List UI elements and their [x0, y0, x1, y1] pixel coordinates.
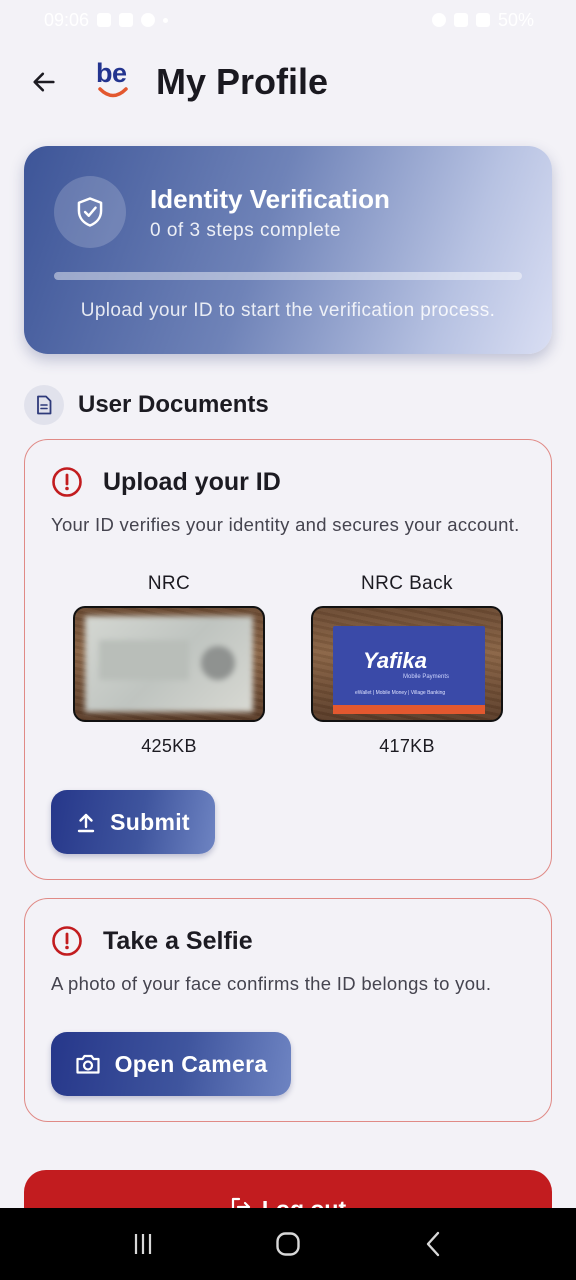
home-icon [276, 1232, 300, 1256]
profile-screen: 09:06 50% be My Profile Identity Verific… [0, 0, 576, 1280]
upload-id-card: Upload your ID Your ID verifies your ide… [24, 439, 552, 880]
app-logo: be [92, 58, 136, 106]
home-button[interactable] [258, 1214, 318, 1274]
arrow-left-icon [33, 72, 55, 92]
nrc-front-document: NRC 425KB [73, 572, 265, 757]
shield-badge [54, 176, 126, 248]
upload-id-header: Upload your ID [51, 466, 281, 498]
mute-icon [453, 13, 468, 27]
take-selfie-title: Take a Selfie [103, 926, 253, 955]
camera-icon [75, 1053, 101, 1075]
card-brand-text: Yafika [363, 648, 428, 673]
recent-apps-button[interactable] [113, 1214, 173, 1274]
system-back-button[interactable] [403, 1214, 463, 1274]
nrc-back-size: 417KB [379, 736, 435, 756]
take-selfie-header: Take a Selfie [51, 925, 253, 957]
gallery-icon [119, 13, 134, 27]
identity-verification-card: Identity Verification 0 of 3 steps compl… [24, 146, 552, 354]
card-stripe [333, 705, 485, 714]
upload-id-description: Your ID verifies your identity and secur… [51, 514, 520, 535]
signal-icon [475, 13, 490, 27]
whatsapp-icon [141, 13, 156, 27]
blurred-id-image [85, 616, 253, 712]
system-nav-bar [0, 1208, 576, 1280]
chevron-left-icon [427, 1231, 440, 1257]
status-left: 09:06 [44, 9, 169, 31]
back-button[interactable] [22, 60, 66, 104]
submit-button-label: Submit [110, 808, 190, 835]
page-title: My Profile [156, 61, 329, 102]
take-selfie-card: Take a Selfie A photo of your face confi… [24, 898, 552, 1122]
notification-icon [97, 13, 112, 27]
battery-level: 50% [497, 9, 534, 30]
nrc-back-thumbnail[interactable]: Yafika Mobile Payments eWallet | Mobile … [311, 606, 503, 722]
alarm-icon [431, 13, 446, 27]
app-header: be My Profile [0, 52, 576, 112]
document-badge [24, 385, 64, 425]
recent-apps-icon [134, 1234, 151, 1254]
upload-icon [76, 811, 96, 833]
alert-circle-icon [52, 467, 82, 497]
alert-circle-icon [52, 926, 82, 956]
status-right: 50% [431, 9, 534, 31]
card-brand-subtitle: Mobile Payments [403, 674, 450, 680]
verification-title: Identity Verification [150, 184, 390, 214]
take-selfie-description: A photo of your face confirms the ID bel… [51, 973, 492, 994]
verification-hint: Upload your ID to start the verification… [80, 300, 496, 321]
more-notifications-icon [163, 17, 169, 23]
nrc-back-document: NRC Back Yafika Mobile Payments eWallet … [311, 572, 503, 757]
card-brand-footer: eWallet | Mobile Money | Village Banking [355, 690, 446, 696]
logo-smile-icon [98, 87, 128, 98]
logo-text: be [96, 58, 127, 88]
submit-button[interactable]: Submit [51, 790, 215, 854]
nrc-front-size: 425KB [141, 736, 197, 756]
open-camera-button[interactable]: Open Camera [51, 1032, 291, 1096]
verification-steps: 0 of 3 steps complete [150, 220, 342, 241]
card-photo: Yafika Mobile Payments eWallet | Mobile … [333, 626, 485, 714]
user-documents-heading: User Documents [24, 384, 269, 426]
shield-check-icon [77, 197, 103, 227]
upload-id-title: Upload your ID [103, 467, 281, 496]
status-time: 09:06 [44, 9, 90, 30]
section-title: User Documents [78, 391, 269, 418]
nrc-front-thumbnail[interactable] [73, 606, 265, 722]
document-icon [37, 395, 52, 415]
nrc-back-label: NRC Back [361, 573, 453, 594]
open-camera-label: Open Camera [114, 1050, 268, 1077]
status-bar: 09:06 50% [0, 0, 576, 40]
nrc-front-label: NRC [147, 573, 191, 594]
verification-progress-bar [54, 272, 522, 280]
